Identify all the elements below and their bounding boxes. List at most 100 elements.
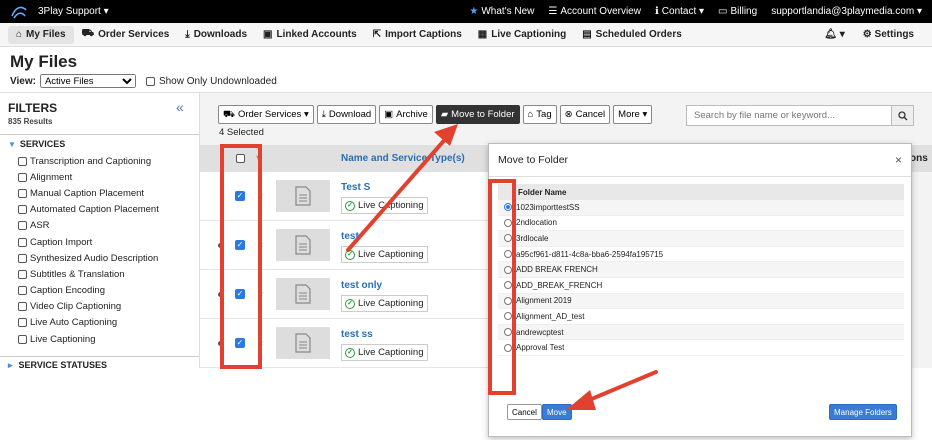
move-button[interactable]: Move xyxy=(542,404,572,420)
document-thumbnail-icon[interactable] xyxy=(276,278,330,310)
import-icon: ⇱ xyxy=(372,29,382,40)
file-name-link[interactable]: test only xyxy=(341,280,382,291)
service-badge[interactable]: ✓ Live Captioning xyxy=(341,246,428,263)
filter-item[interactable]: Synthesized Audio Description xyxy=(18,250,199,266)
checkbox[interactable] xyxy=(18,253,27,263)
tag-button[interactable]: ⌂ Tag xyxy=(522,105,557,124)
button-label: Move to Folder xyxy=(451,109,515,120)
calendar-icon: ▦ xyxy=(477,29,488,40)
filter-item[interactable]: ASR xyxy=(18,218,199,234)
filter-item[interactable]: Live Auto Captioning xyxy=(18,315,199,331)
folder-row[interactable]: ADD BREAK FRENCH xyxy=(498,262,904,278)
modal-cancel-button[interactable]: Cancel xyxy=(507,404,542,420)
column-name-header[interactable]: Name and Service Type(s) xyxy=(341,153,465,164)
whats-new-link[interactable]: ★ What's New xyxy=(469,6,534,17)
services-section[interactable]: ▼ SERVICES xyxy=(0,134,199,153)
services-label: SERVICES xyxy=(19,139,66,149)
folder-row[interactable]: ADD_BREAK_FRENCH xyxy=(498,278,904,294)
filter-item[interactable]: Subtitles & Translation xyxy=(18,266,199,282)
filter-label: Manual Caption Placement xyxy=(30,187,145,199)
service-statuses-section[interactable]: ▸ SERVICE STATUSES xyxy=(0,356,199,368)
checkbox[interactable] xyxy=(18,188,27,198)
manage-folders-button[interactable]: Manage Folders xyxy=(829,404,897,420)
contact-label: Contact ▾ xyxy=(661,6,705,17)
filter-label: Transcription and Captioning xyxy=(30,155,152,167)
close-icon[interactable]: × xyxy=(895,153,902,167)
checkbox[interactable] xyxy=(18,269,27,279)
tab-linked-accounts[interactable]: ▣ Linked Accounts xyxy=(255,26,365,44)
filter-item[interactable]: Manual Caption Placement xyxy=(18,185,199,201)
filter-item[interactable]: Automated Caption Placement xyxy=(18,202,199,218)
folder-row[interactable]: 1023importtestSS xyxy=(498,200,904,216)
checkbox[interactable] xyxy=(18,302,27,312)
folder-row[interactable]: Alignment_AD_test xyxy=(498,309,904,325)
notifications-bell-icon[interactable]: 🔔︎ ▾ xyxy=(824,29,845,40)
cancel-button[interactable]: ⊗ Cancel xyxy=(559,105,611,124)
contact-menu[interactable]: ℹ Contact ▾ xyxy=(655,6,704,17)
tab-my-files[interactable]: ⌂ My Files xyxy=(8,25,74,44)
folder-rows: 1023importtestSS 2ndlocation 3rdlocale a… xyxy=(498,200,904,356)
folder-row[interactable]: Approval Test xyxy=(498,340,904,356)
checkbox[interactable] xyxy=(18,156,27,166)
document-thumbnail-icon[interactable] xyxy=(276,180,330,212)
column-actions-header: ons xyxy=(910,153,928,164)
more-button[interactable]: More ▾ xyxy=(613,105,653,124)
checkbox[interactable] xyxy=(18,286,27,296)
checkbox[interactable] xyxy=(18,237,27,247)
account-overview-link[interactable]: ☰ Account Overview xyxy=(548,6,641,17)
file-name-link[interactable]: test xyxy=(341,231,359,242)
tab-import-captions[interactable]: ⇱ Import Captions xyxy=(365,26,470,44)
show-undownloaded-checkbox[interactable] xyxy=(145,76,155,86)
3play-logo-icon[interactable] xyxy=(8,3,30,21)
move-to-folder-button[interactable]: ▰ Move to Folder xyxy=(435,105,520,124)
filter-item[interactable]: Caption Encoding xyxy=(18,283,199,299)
service-badge[interactable]: ✓ Live Captioning xyxy=(341,344,428,361)
tab-scheduled-orders[interactable]: ▤ Scheduled Orders xyxy=(574,26,690,44)
folder-row[interactable]: 3rdlocale xyxy=(498,231,904,247)
document-thumbnail-icon[interactable] xyxy=(276,229,330,261)
settings-link[interactable]: ⚙ Settings xyxy=(863,29,914,40)
button-label: Cancel xyxy=(575,109,606,120)
checkbox-highlight-box xyxy=(220,144,262,369)
checkbox[interactable] xyxy=(18,318,27,328)
file-name-link[interactable]: Test S xyxy=(341,182,370,193)
document-thumbnail-icon[interactable] xyxy=(276,327,330,359)
folder-name: 2ndlocation xyxy=(516,218,557,228)
filter-item[interactable]: Transcription and Captioning xyxy=(18,153,199,169)
service-badge[interactable]: ✓ Live Captioning xyxy=(341,295,428,312)
view-select[interactable]: Active Files xyxy=(39,74,136,88)
filter-item[interactable]: Video Clip Captioning xyxy=(18,299,199,315)
service-badge[interactable]: ✓ Live Captioning xyxy=(341,197,428,214)
tab-label: My Files xyxy=(26,29,66,40)
filter-label: Live Captioning xyxy=(30,333,96,345)
folder-row[interactable]: andrewcptest xyxy=(498,324,904,341)
filter-item[interactable]: Live Captioning xyxy=(18,331,199,347)
tab-order-services[interactable]: ⛟ Order Services xyxy=(74,26,178,44)
checkbox[interactable] xyxy=(18,172,27,182)
checkbox[interactable] xyxy=(18,205,27,215)
tab-live-captioning[interactable]: ▦ Live Captioning xyxy=(470,26,574,44)
order-services-button[interactable]: ⛟ Order Services ▾ xyxy=(218,105,314,124)
folder-row[interactable]: a95cf961-d811-4c8a-bba6-2594fa195715 xyxy=(498,247,904,263)
account-menu[interactable]: 3Play Support ▾ xyxy=(38,6,109,17)
folder-row[interactable]: 2ndlocation xyxy=(498,216,904,232)
search-icon[interactable] xyxy=(891,106,913,125)
tab-label: Live Captioning xyxy=(491,29,567,40)
checkbox[interactable] xyxy=(18,334,27,344)
filter-item[interactable]: Alignment xyxy=(18,169,199,185)
collapse-icon[interactable]: « xyxy=(176,99,184,115)
billing-link[interactable]: ▭ Billing xyxy=(718,6,757,17)
file-name-link[interactable]: test ss xyxy=(341,329,373,340)
search-input[interactable] xyxy=(687,106,891,125)
checkbox[interactable] xyxy=(18,221,27,231)
archive-button[interactable]: ▣ Archive xyxy=(379,105,433,124)
filters-sidebar: FILTERS 835 Results « ▼ SERVICES Transcri… xyxy=(0,93,200,368)
tab-downloads[interactable]: ⤓ Downloads xyxy=(177,26,255,44)
tab-label: Order Services xyxy=(98,29,170,40)
folder-row[interactable]: Alignment 2019 xyxy=(498,293,904,310)
folder-name: 3rdlocale xyxy=(516,233,549,243)
button-label: Download xyxy=(328,109,372,120)
download-button[interactable]: ⤓ Download xyxy=(316,105,377,124)
filter-item[interactable]: Caption Import xyxy=(18,234,199,250)
user-menu[interactable]: supportlandia@3playmedia.com ▾ xyxy=(771,6,922,17)
